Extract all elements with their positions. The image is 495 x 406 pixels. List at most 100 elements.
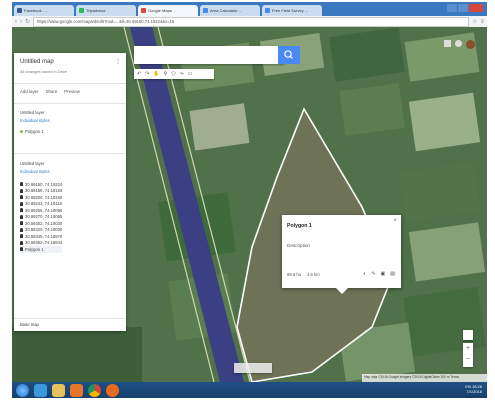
screenshot-root: Facebook - ... Tripadvisor Google Maps A… xyxy=(0,0,495,406)
window-controls xyxy=(447,4,483,12)
forward-icon[interactable]: › xyxy=(20,19,22,25)
tab-area-calculator[interactable]: Area Calculator ... xyxy=(200,5,260,16)
style-icon[interactable]: ◐ xyxy=(363,271,366,277)
polygon-icon[interactable]: ⬠ xyxy=(171,71,175,77)
pin-icon xyxy=(20,188,23,193)
avatar[interactable] xyxy=(466,40,475,49)
list-item[interactable]: 30.69243, 74.19118 xyxy=(20,201,62,208)
feature-info-window: Polygon 1 × Description 88.5 ha 4.6 km ◐… xyxy=(282,215,401,294)
google-maps-logo xyxy=(234,363,272,373)
file-explorer-icon[interactable] xyxy=(52,383,65,397)
tab-favicon xyxy=(203,8,208,13)
clock-date[interactable]: 7/1/2018 xyxy=(466,389,482,394)
maximize-button[interactable] xyxy=(458,4,468,12)
layer1-item[interactable]: Polygon 1 xyxy=(20,128,44,135)
info-description[interactable]: Description xyxy=(287,243,310,248)
info-measurements: 88.5 ha 4.6 km xyxy=(287,272,320,277)
reload-icon[interactable]: ↻ xyxy=(25,18,30,25)
pin-icon xyxy=(20,234,23,239)
address-bar-row: ‹ › ↻ https://www.google.com/maps/d/edit… xyxy=(12,16,487,27)
info-actions: ◐ ✎ ▣ ▤ xyxy=(363,271,395,277)
layer2-style[interactable]: Individual styles xyxy=(20,169,50,174)
image-icon[interactable]: ▣ xyxy=(381,271,386,277)
browser-tab-strip: Facebook - ... Tripadvisor Google Maps A… xyxy=(12,2,487,16)
pin-icon xyxy=(20,182,23,187)
back-icon[interactable]: ‹ xyxy=(15,19,17,25)
pin-icon xyxy=(20,221,23,226)
pin-icon xyxy=(20,208,23,213)
share-button[interactable]: Share xyxy=(46,89,58,94)
chrome-icon[interactable] xyxy=(88,383,101,397)
zoom-in-button[interactable]: + xyxy=(463,343,473,355)
save-status: All changes saved in Drive xyxy=(20,69,68,74)
list-item[interactable]: 30.69362, 74.18944 xyxy=(20,240,62,247)
redo-icon[interactable]: ↷ xyxy=(145,71,149,77)
preview-button[interactable]: Preview xyxy=(64,89,80,94)
panel-menu-icon[interactable]: ⋮ xyxy=(115,58,121,65)
search-input[interactable] xyxy=(134,46,284,64)
tab-tripadvisor[interactable]: Tripadvisor xyxy=(76,5,136,16)
delete-icon[interactable]: ▤ xyxy=(390,271,395,277)
panel-actions: Add layer Share Preview xyxy=(20,89,80,94)
info-area: 88.5 ha xyxy=(287,272,301,277)
undo-icon[interactable]: ↶ xyxy=(137,71,141,77)
map-title[interactable]: Untitled map xyxy=(20,59,54,65)
layer-panel: Untitled map All changes saved in Drive … xyxy=(14,53,126,331)
map-controls-top-right xyxy=(444,40,475,49)
tab-google-maps[interactable]: Google Maps xyxy=(138,5,198,16)
firefox-icon[interactable] xyxy=(106,383,119,397)
info-title[interactable]: Polygon 1 xyxy=(287,223,312,229)
media-player-icon[interactable] xyxy=(70,383,83,397)
tab-field-survey[interactable]: Free Field Survey ... xyxy=(262,5,322,16)
list-item[interactable]: 30.69150, 74.19224 xyxy=(20,181,62,188)
info-perimeter: 4.6 km xyxy=(306,272,320,277)
edit-icon[interactable]: ✎ xyxy=(371,271,375,277)
apps-grid-icon[interactable] xyxy=(444,40,451,47)
list-item[interactable]: 30.69186, 74.19183 xyxy=(20,188,62,195)
close-icon[interactable]: × xyxy=(393,218,397,224)
search-button[interactable] xyxy=(278,46,300,64)
pin-icon xyxy=(20,227,23,232)
my-location-button[interactable] xyxy=(463,330,473,340)
tab-facebook[interactable]: Facebook - ... xyxy=(14,5,74,16)
pin-icon xyxy=(20,195,23,200)
list-item[interactable]: 30.69302, 74.19030 xyxy=(20,220,62,227)
list-item[interactable]: 30.69345, 74.18970 xyxy=(20,233,62,240)
zoom-out-button[interactable]: − xyxy=(463,355,473,367)
layer1-style[interactable]: Individual styles xyxy=(20,118,50,123)
start-button[interactable] xyxy=(16,383,29,397)
minimize-button[interactable] xyxy=(447,4,457,12)
bookmark-star-icon[interactable]: ☆ xyxy=(472,18,477,25)
marker-icon[interactable]: ⚲ xyxy=(164,71,168,77)
tab-favicon xyxy=(79,8,84,13)
menu-icon[interactable]: ≡ xyxy=(480,19,484,25)
layer1-title[interactable]: Untitled layer xyxy=(20,110,44,115)
pin-icon xyxy=(20,247,23,252)
list-item[interactable]: 30.69200, 74.19160 xyxy=(20,194,62,201)
list-item[interactable]: 30.69320, 74.19000 xyxy=(20,227,62,234)
list-item[interactable]: 30.69255, 74.19090 xyxy=(20,207,62,214)
list-item[interactable]: 30.69270, 74.19055 xyxy=(20,214,62,221)
pin-icon xyxy=(20,240,23,245)
list-item[interactable]: Polygon 1 xyxy=(20,246,63,253)
drawing-toolbar: ↶ ↷ ✋ ⚲ ⬠ ⤳ ▭ xyxy=(134,69,214,79)
tab-favicon xyxy=(265,8,270,13)
internet-explorer-icon[interactable] xyxy=(34,383,47,397)
polygon-color-dot xyxy=(20,129,23,133)
system-tray: EN 18:26 7/1/2018 xyxy=(465,384,482,394)
tab-favicon xyxy=(141,8,146,13)
layer2-list: 30.69150, 74.19224 30.69186, 74.19183 30… xyxy=(20,181,63,253)
windows-taskbar: EN 18:26 7/1/2018 xyxy=(12,382,487,398)
hand-icon[interactable]: ✋ xyxy=(153,71,159,77)
zoom-controls: + − xyxy=(463,343,473,367)
search-icon xyxy=(284,50,293,59)
layer2-title[interactable]: Untitled layer xyxy=(20,161,44,166)
close-button[interactable] xyxy=(469,4,483,12)
basemap-toggle[interactable]: Base map xyxy=(20,322,39,327)
url-input[interactable]: https://www.google.com/maps/d/edit?mid=.… xyxy=(33,16,470,27)
pin-icon xyxy=(20,214,23,219)
add-layer-button[interactable]: Add layer xyxy=(20,89,39,94)
notifications-icon[interactable] xyxy=(455,40,462,47)
ruler-icon[interactable]: ▭ xyxy=(188,71,193,77)
route-icon[interactable]: ⤳ xyxy=(180,71,184,77)
